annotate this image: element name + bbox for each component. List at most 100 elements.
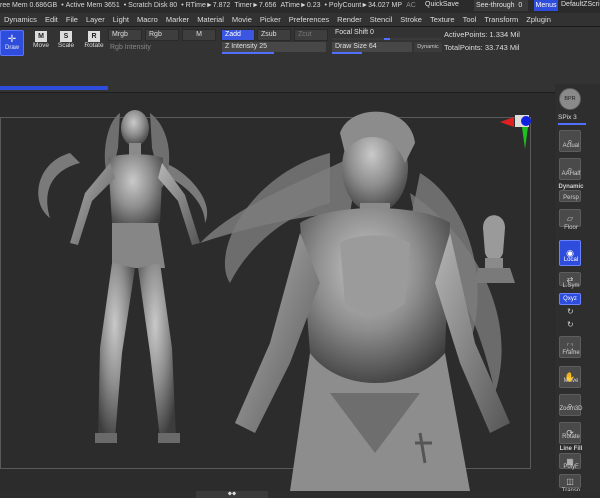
menu-material[interactable]: Material bbox=[193, 13, 228, 26]
polyf-label: PolyF bbox=[563, 464, 579, 470]
z-intensity-label: Z Intensity 25 bbox=[225, 43, 268, 50]
local-label: Local bbox=[563, 257, 579, 263]
z-intensity-slider[interactable]: Z Intensity 25 bbox=[222, 42, 326, 52]
focal-shift-fill bbox=[384, 38, 390, 40]
top-toolbar: ✛ Draw M Move S Scale R Rotate Mrgb Rgb … bbox=[0, 27, 600, 93]
mrgb-button[interactable]: Mrgb bbox=[108, 29, 142, 41]
total-points: TotalPoints: 33.743 Mil bbox=[444, 43, 520, 52]
free-mem: ree Mem 0.686GB bbox=[0, 2, 58, 9]
m-button[interactable]: M bbox=[182, 29, 216, 41]
menu-bar: Dynamics Edit File Layer Light Macro Marker Mat… bbox=[0, 13, 600, 27]
atime: ATime►0.23 bbox=[280, 2, 321, 9]
persp-label: Persp bbox=[563, 195, 579, 201]
transp-icon: ◫ bbox=[566, 476, 574, 486]
quicksave-button[interactable]: QuickSave bbox=[425, 1, 459, 8]
sculpt-render[interactable] bbox=[0, 93, 554, 491]
move-icon: M bbox=[35, 31, 47, 42]
scratch-disk: Scratch Disk 80 bbox=[128, 2, 178, 9]
linefill-label: Line Fill bbox=[559, 446, 583, 452]
rotate-view-button[interactable]: ⟳ bbox=[559, 422, 581, 444]
expand-icon: ⬥⬥ bbox=[227, 491, 237, 497]
xyz-button[interactable]: Qxyz bbox=[559, 293, 581, 305]
ac-label: AC bbox=[406, 2, 416, 9]
history-bar[interactable] bbox=[0, 86, 108, 90]
zsub-button[interactable]: Zsub bbox=[257, 29, 291, 41]
spix-slider[interactable]: SPix 3 bbox=[558, 114, 588, 121]
bpr-label: BPR bbox=[564, 96, 576, 102]
head-thumbnail bbox=[475, 215, 515, 283]
focal-shift-slider[interactable]: Focal Shift 0 bbox=[332, 28, 442, 38]
menus-button[interactable]: Menus bbox=[534, 0, 558, 11]
draw-size-label: Draw Size 64 bbox=[335, 43, 377, 50]
menu-marker[interactable]: Marker bbox=[162, 13, 193, 26]
polycount: PolyCount►34.027 MP bbox=[328, 2, 403, 9]
draw-icon: ✛ bbox=[7, 34, 17, 45]
axis-gizmo-icon[interactable] bbox=[500, 113, 534, 149]
menu-movie[interactable]: Movie bbox=[228, 13, 256, 26]
rotate-button[interactable]: R Rotate bbox=[82, 31, 106, 49]
move-view-button[interactable]: ✋ bbox=[559, 366, 581, 388]
lsym-label: L.Sym bbox=[562, 283, 580, 289]
zoom3d-label: Zoom3D bbox=[559, 406, 583, 412]
bottom-tray-toggle[interactable]: ⬥⬥ bbox=[196, 491, 268, 498]
see-through-slider[interactable]: See-through 0 bbox=[474, 0, 528, 11]
active-mem: Active Mem 3651 bbox=[65, 2, 120, 9]
bpr-button[interactable]: BPR bbox=[559, 88, 581, 110]
menu-render[interactable]: Render bbox=[333, 13, 366, 26]
zoom3d-button[interactable]: ⌕ bbox=[559, 394, 581, 416]
default-script-button[interactable]: DefaultZScri bbox=[561, 1, 600, 8]
menu-file[interactable]: File bbox=[62, 13, 82, 26]
scale-label: Scale bbox=[57, 42, 75, 49]
rotate-view-label: Rotate bbox=[562, 434, 580, 440]
dynamic-button[interactable]: Dynamic bbox=[414, 42, 442, 52]
menu-picker[interactable]: Picker bbox=[256, 13, 285, 26]
menu-tool[interactable]: Tool bbox=[459, 13, 481, 26]
scale-button[interactable]: S Scale bbox=[55, 31, 77, 49]
menu-dynamics[interactable]: Dynamics bbox=[0, 13, 41, 26]
bottom-tray: ⬥⬥ bbox=[0, 491, 600, 498]
draw-label: Draw bbox=[4, 45, 19, 51]
move-view-label: Move bbox=[563, 378, 579, 384]
menu-transform[interactable]: Transform bbox=[480, 13, 522, 26]
menu-texture[interactable]: Texture bbox=[426, 13, 459, 26]
active-points: ActivePoints: 1.334 Mil bbox=[444, 30, 520, 39]
rotate-icon: R bbox=[88, 31, 100, 42]
z-intensity-fill bbox=[222, 52, 274, 54]
aahalf-label: AAHalf bbox=[561, 171, 581, 177]
floor-icon: ▱ bbox=[566, 213, 574, 223]
focal-shift-label: Focal Shift 0 bbox=[335, 29, 374, 36]
transp-button[interactable]: ◫ bbox=[559, 474, 581, 488]
rotate-z-icon[interactable]: ↻ bbox=[567, 320, 574, 329]
scale-icon: S bbox=[60, 31, 72, 42]
canvas-viewport[interactable] bbox=[0, 93, 554, 491]
rtime: RTime►7.872 bbox=[185, 2, 231, 9]
menu-preferences[interactable]: Preferences bbox=[285, 13, 333, 26]
close-up-figure bbox=[200, 111, 510, 491]
menu-zplugin[interactable]: Zplugin bbox=[522, 13, 555, 26]
draw-size-slider[interactable]: Draw Size 64 bbox=[332, 42, 412, 52]
right-shelf: BPR SPix 3 ⌕ Actual ⌕ AAHalf Dynamic Per… bbox=[555, 84, 600, 498]
menu-layer[interactable]: Layer bbox=[82, 13, 109, 26]
move-label: Move bbox=[33, 42, 49, 49]
menu-stencil[interactable]: Stencil bbox=[366, 13, 397, 26]
move-button[interactable]: M Move bbox=[30, 31, 52, 49]
draw-button[interactable]: ✛ Draw bbox=[0, 30, 24, 56]
see-through-label: See-through bbox=[476, 2, 515, 9]
rotate-y-icon[interactable]: ↻ bbox=[567, 307, 574, 316]
menu-light[interactable]: Light bbox=[109, 13, 133, 26]
see-through-value: 0 bbox=[518, 2, 523, 9]
menu-macro[interactable]: Macro bbox=[133, 13, 162, 26]
zcut-button[interactable]: Zcut bbox=[294, 29, 328, 41]
rgb-button[interactable]: Rgb bbox=[145, 29, 179, 41]
spix-fill bbox=[558, 123, 586, 125]
xyz-label: Qxyz bbox=[563, 296, 577, 302]
draw-size-fill bbox=[332, 52, 362, 54]
zadd-button[interactable]: Zadd bbox=[221, 29, 255, 41]
rgb-intensity-slider[interactable]: Rgb Intensity bbox=[110, 44, 151, 51]
menu-stroke[interactable]: Stroke bbox=[396, 13, 426, 26]
rotate-label: Rotate bbox=[84, 42, 104, 49]
menu-edit[interactable]: Edit bbox=[41, 13, 62, 26]
floor-label: Floor bbox=[564, 225, 578, 231]
frame-label: Frame bbox=[562, 350, 580, 356]
timer: Timer►7.656 bbox=[234, 2, 277, 9]
